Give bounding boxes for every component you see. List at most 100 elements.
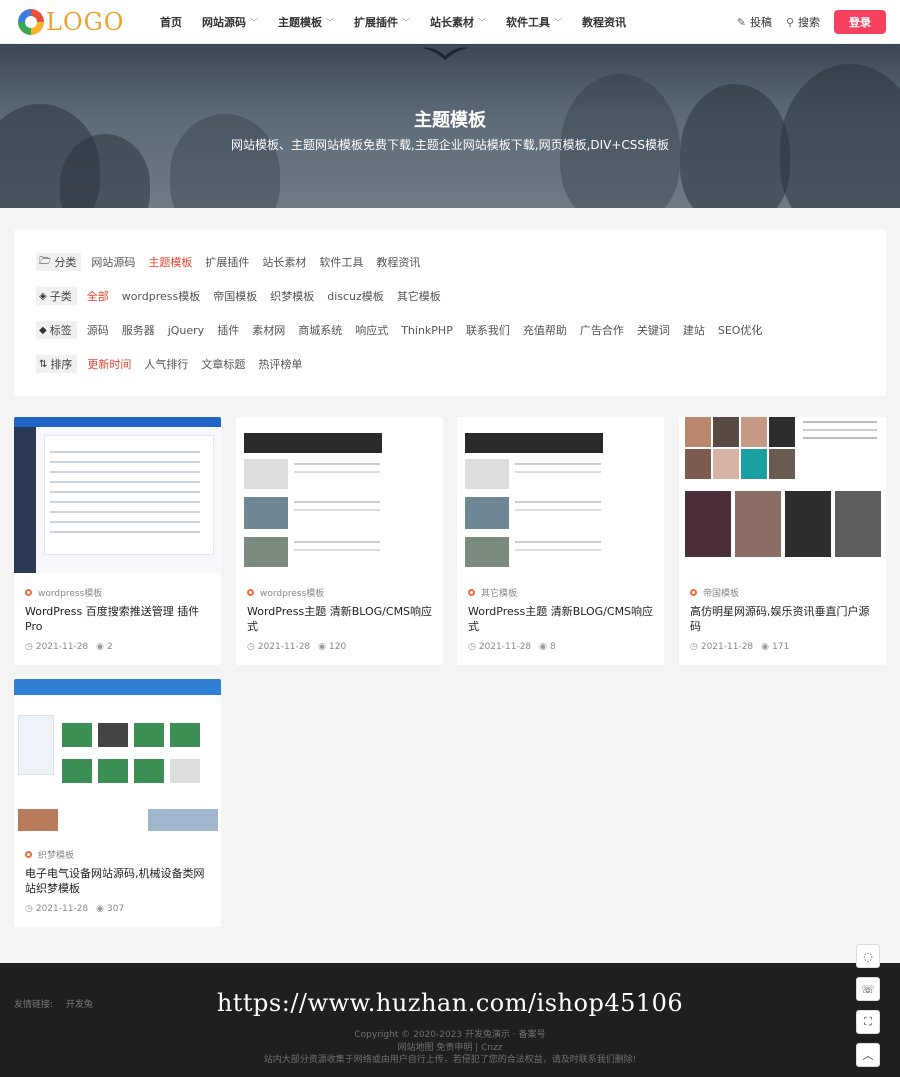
nav-item-source[interactable]: 网站源码 ﹀: [202, 14, 258, 30]
card-thumbnail[interactable]: [236, 417, 443, 573]
sort-option-active[interactable]: 更新时间: [87, 356, 131, 372]
card-category[interactable]: 织梦模板: [25, 848, 74, 861]
filter-row-subcategory: ◈ 子类 全部 wordpress模板 帝国模板 织梦模板 discuz模板 其它…: [36, 287, 454, 305]
nav-item-tutorials[interactable]: 教程资讯: [582, 14, 626, 30]
tag-option[interactable]: 服务器: [122, 322, 155, 338]
sort-option[interactable]: 人气排行: [144, 356, 188, 372]
tag-option[interactable]: 插件: [217, 322, 239, 338]
card-title[interactable]: WordPress主题 清新BLOG/CMS响应式: [468, 604, 654, 634]
logo-icon: [18, 9, 44, 35]
copyright: Copyright © 2020-2023 开发兔演示 · 备案号: [354, 1030, 546, 1040]
card-title[interactable]: WordPress主题 清新BLOG/CMS响应式: [247, 604, 433, 634]
card-title[interactable]: WordPress 百度搜索推送管理 插件 Pro: [25, 604, 211, 634]
filter-label: ◈ 子类: [36, 287, 77, 305]
dot-icon: [468, 589, 475, 596]
card-meta: ◷ 2021-11-28 ◉ 120: [247, 642, 346, 652]
card-thumbnail[interactable]: [14, 417, 221, 573]
filter-option[interactable]: 织梦模板: [270, 288, 314, 304]
page-banner: 主题模板 网站模板、主题网站模板免费下载,主题企业网站模板下载,网页模板,DIV…: [0, 44, 900, 208]
tag-option[interactable]: 建站: [683, 322, 705, 338]
search-link[interactable]: ⚲ 搜索: [786, 14, 820, 30]
site-logo[interactable]: LOGO: [18, 4, 124, 40]
filter-row-tags: ◆ 标签 源码 服务器 jQuery 插件 素材网 商城系统 响应式 ThinkP…: [36, 321, 775, 339]
clock-icon: ◷: [468, 642, 476, 652]
filter-option[interactable]: discuz模板: [327, 288, 384, 304]
filter-option-active[interactable]: 全部: [87, 288, 109, 304]
tag-option[interactable]: 关键词: [637, 322, 670, 338]
submit-link[interactable]: ✎ 投稿: [737, 14, 772, 30]
nav-label: 教程资讯: [582, 16, 626, 29]
sort-option[interactable]: 热评榜单: [258, 356, 302, 372]
card-thumbnail[interactable]: [457, 417, 664, 573]
nav-item-tools[interactable]: 软件工具 ﹀: [506, 14, 562, 30]
filter-option[interactable]: 网站源码: [91, 254, 135, 270]
card-category-label: 帝国模板: [703, 589, 740, 599]
card-category[interactable]: wordpress模板: [247, 586, 324, 599]
site-header: LOGO 首页 网站源码 ﹀ 主题模板 ﹀ 扩展插件 ﹀ 站长素材 ﹀ 软件工具 ﹀ 教程…: [0, 0, 900, 44]
nav-item-plugins[interactable]: 扩展插件 ﹀: [354, 14, 410, 30]
tag-option[interactable]: 源码: [87, 322, 109, 338]
tag-option[interactable]: 联系我们: [466, 322, 510, 338]
back-to-top-button[interactable]: ︿: [856, 1043, 880, 1067]
filter-option[interactable]: 扩展插件: [205, 254, 249, 270]
tag-option[interactable]: 响应式: [355, 322, 388, 338]
dot-icon: [25, 589, 32, 596]
card-thumbnail[interactable]: [14, 679, 221, 835]
filter-option[interactable]: wordpress模板: [122, 288, 201, 304]
filter-label-text: 标签: [49, 324, 72, 337]
card-views: 8: [550, 642, 556, 652]
dot-icon: [25, 851, 32, 858]
template-card[interactable]: 帝国模板 高仿明星网源码,娱乐资讯垂直门户源码 ◷ 2021-11-28 ◉ 171: [679, 417, 886, 665]
nav-label: 软件工具: [506, 16, 550, 29]
card-date: 2021-11-28: [700, 642, 754, 652]
dot-icon: [690, 589, 697, 596]
template-card[interactable]: 其它模板 WordPress主题 清新BLOG/CMS响应式 ◷ 2021-11-…: [457, 417, 664, 665]
sort-option[interactable]: 文章标题: [201, 356, 245, 372]
search-icon: ⚲: [785, 15, 794, 29]
login-button[interactable]: 登录: [834, 10, 886, 34]
filter-option[interactable]: 软件工具: [319, 254, 363, 270]
logo-text: LOGO: [46, 8, 125, 36]
card-title[interactable]: 电子电气设备网站源码,机械设备类网站织梦模板: [25, 866, 211, 896]
template-card[interactable]: wordpress模板 WordPress 百度搜索推送管理 插件 Pro ◷ 2…: [14, 417, 221, 665]
clock-icon: ◷: [247, 642, 255, 652]
tag-option[interactable]: 商城系统: [298, 322, 342, 338]
wechat-button[interactable]: ☏: [856, 977, 880, 1001]
card-views: 120: [329, 642, 347, 652]
site-footer: 友情链接: 开发兔 https://www.huzhan.com/ishop45…: [0, 963, 900, 1077]
nav-item-home[interactable]: 首页: [160, 14, 182, 30]
card-category-label: wordpress模板: [38, 589, 103, 599]
qq-button[interactable]: ◌: [856, 944, 880, 968]
tag-option[interactable]: jQuery: [168, 324, 205, 337]
nav-item-materials[interactable]: 站长素材 ﹀: [430, 14, 486, 30]
filter-option[interactable]: 教程资讯: [376, 254, 420, 270]
card-views: 2: [107, 642, 113, 652]
chevron-up-icon: ︿: [862, 1049, 874, 1062]
filter-option[interactable]: 站长素材: [262, 254, 306, 270]
card-category[interactable]: 帝国模板: [690, 586, 739, 599]
scan-button[interactable]: ⛶: [856, 1010, 880, 1034]
search-label: 搜索: [798, 16, 820, 29]
filter-option[interactable]: 其它模板: [397, 288, 441, 304]
filter-option[interactable]: 帝国模板: [213, 288, 257, 304]
eye-icon: ◉: [761, 642, 770, 652]
tag-option[interactable]: SEO优化: [718, 322, 763, 338]
tag-option[interactable]: ThinkPHP: [401, 324, 453, 337]
dot-icon: [247, 589, 254, 596]
card-thumbnail[interactable]: [679, 417, 886, 573]
clock-icon: ◷: [690, 642, 698, 652]
template-card[interactable]: 织梦模板 电子电气设备网站源码,机械设备类网站织梦模板 ◷ 2021-11-28 ◉…: [14, 679, 221, 927]
card-category[interactable]: wordpress模板: [25, 586, 102, 599]
card-title[interactable]: 高仿明星网源码,娱乐资讯垂直门户源码: [690, 604, 876, 634]
filter-option-active[interactable]: 主题模板: [148, 254, 192, 270]
tag-option[interactable]: 广告合作: [580, 322, 624, 338]
nav-item-themes[interactable]: 主题模板 ﹀: [278, 14, 334, 30]
tag-option[interactable]: 充值帮助: [523, 322, 567, 338]
template-card[interactable]: wordpress模板 WordPress主题 清新BLOG/CMS响应式 ◷ 2…: [236, 417, 443, 665]
card-date: 2021-11-28: [35, 642, 89, 652]
card-category-label: wordpress模板: [260, 589, 325, 599]
page-subtitle: 网站模板、主题网站模板免费下载,主题企业网站模板下载,网页模板,DIV+CSS模…: [230, 138, 670, 152]
tag-option[interactable]: 素材网: [252, 322, 285, 338]
watermark-url: https://www.huzhan.com/ishop45106: [216, 989, 684, 1017]
card-category[interactable]: 其它模板: [468, 586, 517, 599]
